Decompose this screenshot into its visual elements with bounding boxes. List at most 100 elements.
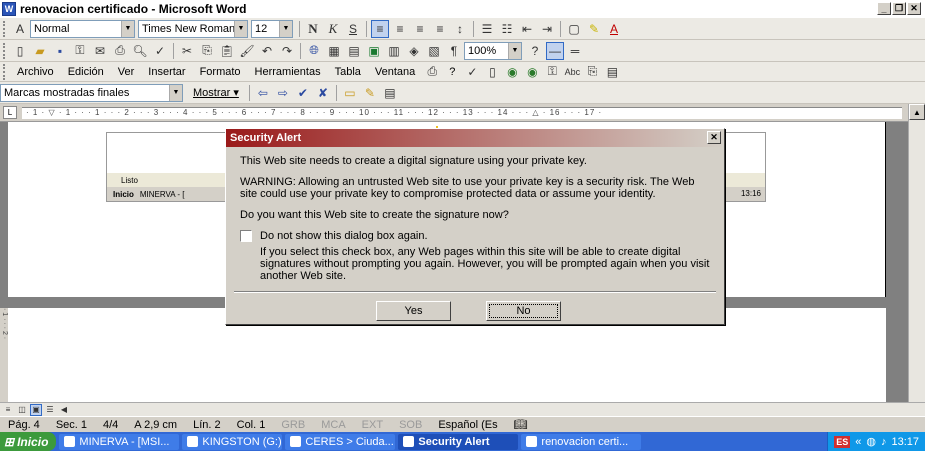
status-sob[interactable]: SOB [391, 419, 430, 431]
style-dropdown[interactable]: Normal ▼ [30, 19, 135, 38]
start-button[interactable]: ⊞ Inicio [0, 432, 57, 451]
status-language[interactable]: Español (Es [430, 419, 505, 431]
increase-indent-icon[interactable]: ⇥ [538, 20, 556, 38]
spell-check-icon[interactable]: ✓ [463, 63, 481, 81]
zoom-dropdown[interactable]: 100% ▼ [464, 41, 522, 60]
scroll-left-icon[interactable]: ◀ [58, 404, 70, 416]
font-dropdown[interactable]: Times New Roman ▼ [138, 19, 248, 38]
language-indicator[interactable]: ES [834, 435, 851, 448]
toolbar-grip[interactable] [3, 63, 7, 80]
clock[interactable]: 13:17 [891, 436, 919, 448]
line-icon[interactable]: — [546, 41, 564, 60]
dont-show-again-checkbox[interactable] [240, 230, 252, 242]
print-icon[interactable]: ⎙ [423, 63, 441, 81]
email-icon[interactable]: ✉ [91, 42, 109, 60]
bullets-icon[interactable]: ☷ [498, 20, 516, 38]
paste-icon[interactable]: 📋︎ [218, 42, 236, 60]
open-folder-icon[interactable]: ▰ [31, 42, 49, 60]
insert-table-icon[interactable]: ▤ [345, 42, 363, 60]
undo-icon[interactable]: ↶ [258, 42, 276, 60]
network-icon[interactable]: ◍ [866, 435, 876, 448]
line-spacing-icon[interactable]: ↕ [451, 20, 469, 38]
taskbar-item-ceres[interactable]: CERES > Ciuda... [285, 433, 396, 450]
copy-icon[interactable]: ⎘ [198, 42, 216, 60]
toolbar-grip[interactable] [3, 42, 7, 59]
abc-icon[interactable]: Abc [563, 63, 581, 81]
previous-change-icon[interactable]: ⇦ [254, 84, 272, 102]
highlight-icon[interactable]: ✎ [585, 20, 603, 38]
numbering-icon[interactable]: ☰ [478, 20, 496, 38]
close-icon[interactable]: ✕ [707, 131, 721, 144]
align-left-icon[interactable]: ≡ [371, 19, 389, 38]
format-painter-icon[interactable]: 🖌︎ [238, 42, 256, 60]
print-preview-icon[interactable]: 🔍︎ [131, 42, 149, 60]
spelling-icon[interactable]: ✓ [151, 42, 169, 60]
print-layout-icon[interactable]: ▣ [30, 403, 42, 416]
accept-change-icon[interactable]: ✔ [294, 84, 312, 102]
restore-button[interactable]: ❐ [892, 2, 906, 15]
new-document-icon[interactable]: ▯ [11, 42, 29, 60]
vertical-scrollbar[interactable]: ▲ [908, 104, 925, 402]
normal-view-icon[interactable]: ≡ [2, 404, 14, 416]
decrease-indent-icon[interactable]: ⇤ [518, 20, 536, 38]
permission-icon[interactable]: ⚿ [71, 42, 89, 60]
horizontal-ruler[interactable]: · 1 · ▽ · 1 · · · 1 · · · 2 · · · 3 · · … [22, 107, 902, 119]
spelling-status-icon[interactable]: 📖︎ [506, 418, 536, 431]
toolbar-grip[interactable] [3, 20, 7, 37]
align-center-icon[interactable]: ≡ [391, 20, 409, 38]
vertical-ruler[interactable]: · 1 · · · 2 · [0, 308, 8, 402]
tray-expand-icon[interactable]: « [855, 436, 861, 448]
volume-icon[interactable]: ♪ [881, 436, 887, 448]
redo-icon[interactable]: ↷ [278, 42, 296, 60]
checkbox-label[interactable]: Do not show this dialog box again. [260, 230, 428, 242]
markup-view-dropdown[interactable]: Marcas mostradas finales ▼ [0, 83, 183, 102]
drawing-icon[interactable]: ◈ [405, 42, 423, 60]
hyperlink-icon[interactable]: 🌐︎ [305, 42, 323, 60]
menu-help[interactable]: ? [442, 66, 462, 78]
font-color-icon[interactable]: A [605, 20, 623, 38]
document-map-icon[interactable]: ▧ [425, 42, 443, 60]
track-changes-icon[interactable]: ✎ [361, 84, 379, 102]
horizontal-scrollbar[interactable]: ≡ ◫ ▣ ☰ ◀ [0, 402, 925, 416]
align-right-icon[interactable]: ≡ [411, 20, 429, 38]
status-ext[interactable]: EXT [354, 419, 391, 431]
tables-borders-icon[interactable]: ▦ [325, 42, 343, 60]
tab-selector[interactable]: L [3, 106, 17, 119]
dialog-title-bar[interactable]: Security Alert ✕ [226, 129, 724, 147]
print-icon[interactable]: ⎙ [111, 42, 129, 60]
taskbar-item-minerva[interactable]: MINERVA - [MSI... [59, 433, 180, 450]
word-app-icon[interactable]: W [2, 2, 16, 16]
menu-formato[interactable]: Formato [193, 66, 248, 78]
menu-ver[interactable]: Ver [111, 66, 142, 78]
bold-button[interactable]: N [304, 20, 322, 38]
close-button[interactable]: ✕ [907, 2, 921, 15]
scroll-up-icon[interactable]: ▲ [909, 104, 925, 120]
columns-icon[interactable]: ▥ [385, 42, 403, 60]
save-icon[interactable]: ▪ [51, 42, 69, 60]
minimize-button[interactable]: _ [877, 2, 891, 15]
status-mca[interactable]: MCA [313, 419, 353, 431]
menu-herramientas[interactable]: Herramientas [248, 66, 328, 78]
double-line-icon[interactable]: ═ [566, 42, 584, 60]
help-icon[interactable]: ? [526, 42, 544, 60]
yes-button[interactable]: Yes [376, 301, 451, 321]
menu-insertar[interactable]: Insertar [141, 66, 192, 78]
taskbar-item-security-alert[interactable]: Security Alert [398, 433, 519, 450]
underline-button[interactable]: S [344, 20, 362, 38]
web-icon[interactable]: ◉ [503, 63, 521, 81]
sidebar-icon[interactable]: ▯ [483, 63, 501, 81]
copy-format-icon[interactable]: ⎘ [583, 63, 601, 81]
reject-change-icon[interactable]: ✘ [314, 84, 332, 102]
next-change-icon[interactable]: ⇨ [274, 84, 292, 102]
justify-icon[interactable]: ≡ [431, 20, 449, 38]
web-forward-icon[interactable]: ◉ [523, 63, 541, 81]
menu-ventana[interactable]: Ventana [368, 66, 422, 78]
menu-archivo[interactable]: Archivo [10, 66, 61, 78]
outline-view-icon[interactable]: ☰ [44, 404, 56, 416]
new-comment-icon[interactable]: ▭ [341, 84, 359, 102]
web-view-icon[interactable]: ◫ [16, 404, 28, 416]
menu-tabla[interactable]: Tabla [328, 66, 368, 78]
styles-icon[interactable]: A [11, 20, 29, 38]
no-button[interactable]: No [486, 301, 561, 321]
taskbar-item-kingston[interactable]: KINGSTON (G:) [182, 433, 283, 450]
